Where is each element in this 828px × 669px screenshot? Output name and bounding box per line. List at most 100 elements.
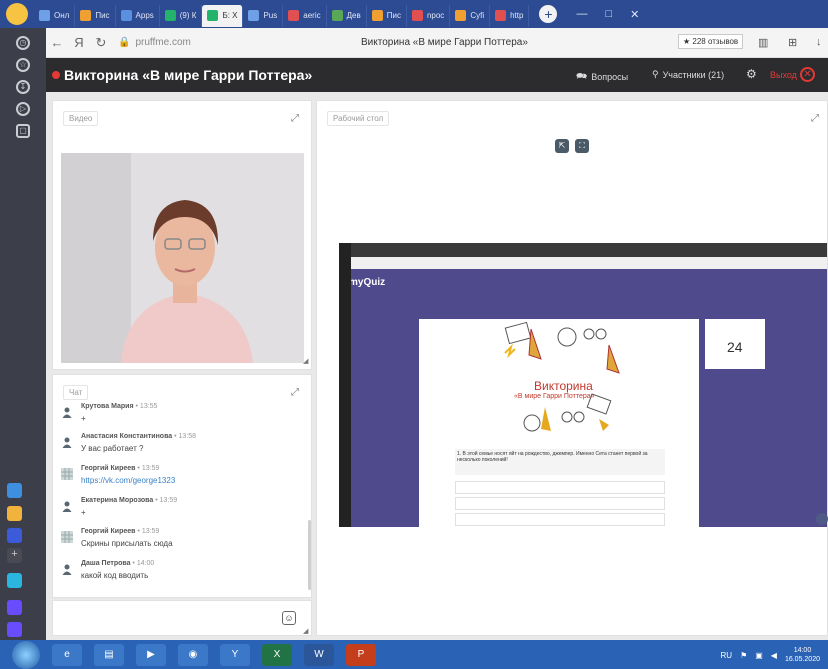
browser-tab[interactable]: Б: X [202,4,244,27]
reader-icon[interactable]: ▥ [758,36,768,49]
avatar-pattern-icon [61,531,73,543]
history-icon[interactable]: ◷ [16,36,30,50]
quiz-answer-option[interactable] [455,481,665,494]
shared-screen: myQuiz Викторина «В мире Гарри Поттера» … [339,243,827,527]
reload-icon[interactable]: ↻ [90,35,112,51]
expand-icon[interactable]: ⤢ [811,113,819,124]
sidebar-app-inbox-icon[interactable] [7,506,22,521]
start-button[interactable] [12,640,40,669]
downloads-icon[interactable]: ↧ [16,80,30,94]
tab-label: Дев [346,11,361,20]
tab-favicon-icon [455,10,467,21]
browser-tab[interactable]: Дев [327,4,367,27]
sidebar-app-chat-icon[interactable] [7,528,22,543]
browser-logo-icon[interactable] [6,3,28,25]
tab-label: Pus [263,11,278,20]
emoji-icon[interactable]: ☺ [282,611,296,625]
app-header: Викторина «В мире Гарри Поттера» 🗪 Вопро… [46,58,828,92]
screenshot-icon[interactable]: ▢ [16,124,30,138]
browser-tab[interactable]: http [490,4,530,27]
chat-author-name: Георгий Киреев [81,528,136,535]
sidebar-app-mail-icon[interactable] [7,483,22,498]
language-indicator[interactable]: RU [721,651,733,660]
chat-time: 13:59 [159,497,178,504]
quiz-answer-option[interactable] [455,497,665,510]
taskbar-word-icon[interactable]: W [304,643,334,666]
user-avatar-icon [61,500,73,512]
sidebar-app-alice-icon[interactable] [7,600,22,615]
shared-tab-strip [339,243,827,257]
browser-tab[interactable]: Cyfi [450,4,491,27]
share-screen-icon[interactable]: ⇱ [555,139,569,153]
chat-text: + [81,508,86,517]
browser-tab[interactable]: Pus [243,4,284,27]
close-circle-icon: ✕ [799,67,815,82]
taskbar-excel-icon[interactable]: X [262,643,292,666]
chat-link[interactable]: https://vk.com/george1323 [81,476,175,485]
tab-label: Cyfi [470,11,485,20]
expand-icon[interactable]: ⤢ [291,113,299,124]
quiz-question: 1. В этой семье носят яйт на рождество, … [455,449,665,475]
fullscreen-icon[interactable]: ⛶ [575,139,589,153]
window-close-icon[interactable]: ✕ [630,8,639,21]
volume-icon[interactable]: ◀ [771,651,777,660]
flag-icon[interactable]: ⚑ [740,651,747,660]
taskbar-yandex-icon[interactable]: Y [220,643,250,666]
clock[interactable]: 14:00 16.05.2020 [785,646,820,664]
chat-author: Георгий Киреев • 13:59 [81,465,159,472]
window-maximize-icon[interactable]: □ [605,8,612,20]
gear-icon[interactable]: ⚙ [746,67,757,81]
sidebar-app-play-icon[interactable] [7,573,22,588]
chat-author: Крутова Мария • 13:55 [81,403,157,410]
tab-label: Apps [135,11,154,20]
browser-tab[interactable]: Apps [116,4,160,27]
chat-author-name: Георгий Киреев [81,465,136,472]
quiz-answer-option[interactable] [455,513,665,526]
expand-icon[interactable]: ⤢ [291,387,299,398]
browser-tab[interactable]: Пис [367,4,407,27]
participants-button[interactable]: ⚲ Участники (21) [652,69,724,80]
chat-input-field[interactable]: ☺ ◢ [52,600,312,636]
scroll-indicator[interactable] [816,513,828,525]
url-field[interactable]: 🔒 pruffme.com [118,37,191,48]
media-icon[interactable]: ▷ [16,102,30,116]
questions-button[interactable]: 🗪 Вопросы [576,69,628,85]
back-icon[interactable]: ← [46,35,68,50]
chat-scrollbar[interactable] [308,520,311,590]
browser-tab[interactable]: Онл [34,4,76,27]
browser-tab[interactable]: aeric [283,4,327,27]
taskbar-ie-icon[interactable]: e [52,643,82,666]
taskbar-powerpoint-icon[interactable]: P [346,643,376,666]
taskbar-explorer-icon[interactable]: ▤ [94,643,124,666]
tab-favicon-icon [495,10,507,21]
tab-favicon-icon [288,10,300,21]
reviews-badge[interactable]: ★ 228 отзывов [678,34,744,49]
resize-handle-icon[interactable]: ◢ [303,627,308,635]
window-minimize-icon[interactable]: — [576,8,587,20]
resize-handle-icon[interactable]: ◢ [303,357,308,365]
downloads-menu-icon[interactable]: ↓ [816,36,822,48]
shared-quiz-card: Викторина «В мире Гарри Поттера» 1. В эт… [419,319,699,527]
browser-tab[interactable]: Пис [75,4,116,27]
sidebar-add-icon[interactable]: + [7,548,22,563]
windows-taskbar: e ▤ ▶ ◉ Y X W P RU ⚑ ▣ ◀ 14:00 16.05.202… [0,640,828,669]
taskbar-media-icon[interactable]: ▶ [136,643,166,666]
chat-time: 13:55 [139,403,158,410]
sidebar-app-music-icon[interactable] [7,622,22,637]
translate-icon[interactable]: ⊞ [788,36,797,49]
exit-button[interactable]: Выход ✕ [770,67,815,82]
record-indicator-icon [52,71,60,79]
shared-address-bar [339,257,827,269]
browser-tab[interactable]: (9) К [160,4,203,27]
new-tab-icon[interactable]: + [539,5,558,23]
bookmarks-icon[interactable]: ☆ [16,58,30,72]
yandex-icon[interactable]: Я [68,35,90,50]
tab-favicon-icon [371,10,383,21]
system-tray: RU ⚑ ▣ ◀ 14:00 16.05.2020 [721,646,821,664]
chat-author-name: Екатерина Морозова [81,497,154,504]
quiz-subtitle: «В мире Гарри Поттера» [514,393,595,400]
taskbar-firefox-icon[interactable]: ◉ [178,643,208,666]
browser-tab[interactable]: npoc [407,4,451,27]
network-icon[interactable]: ▣ [755,651,763,660]
tab-label: Онл [54,11,70,20]
